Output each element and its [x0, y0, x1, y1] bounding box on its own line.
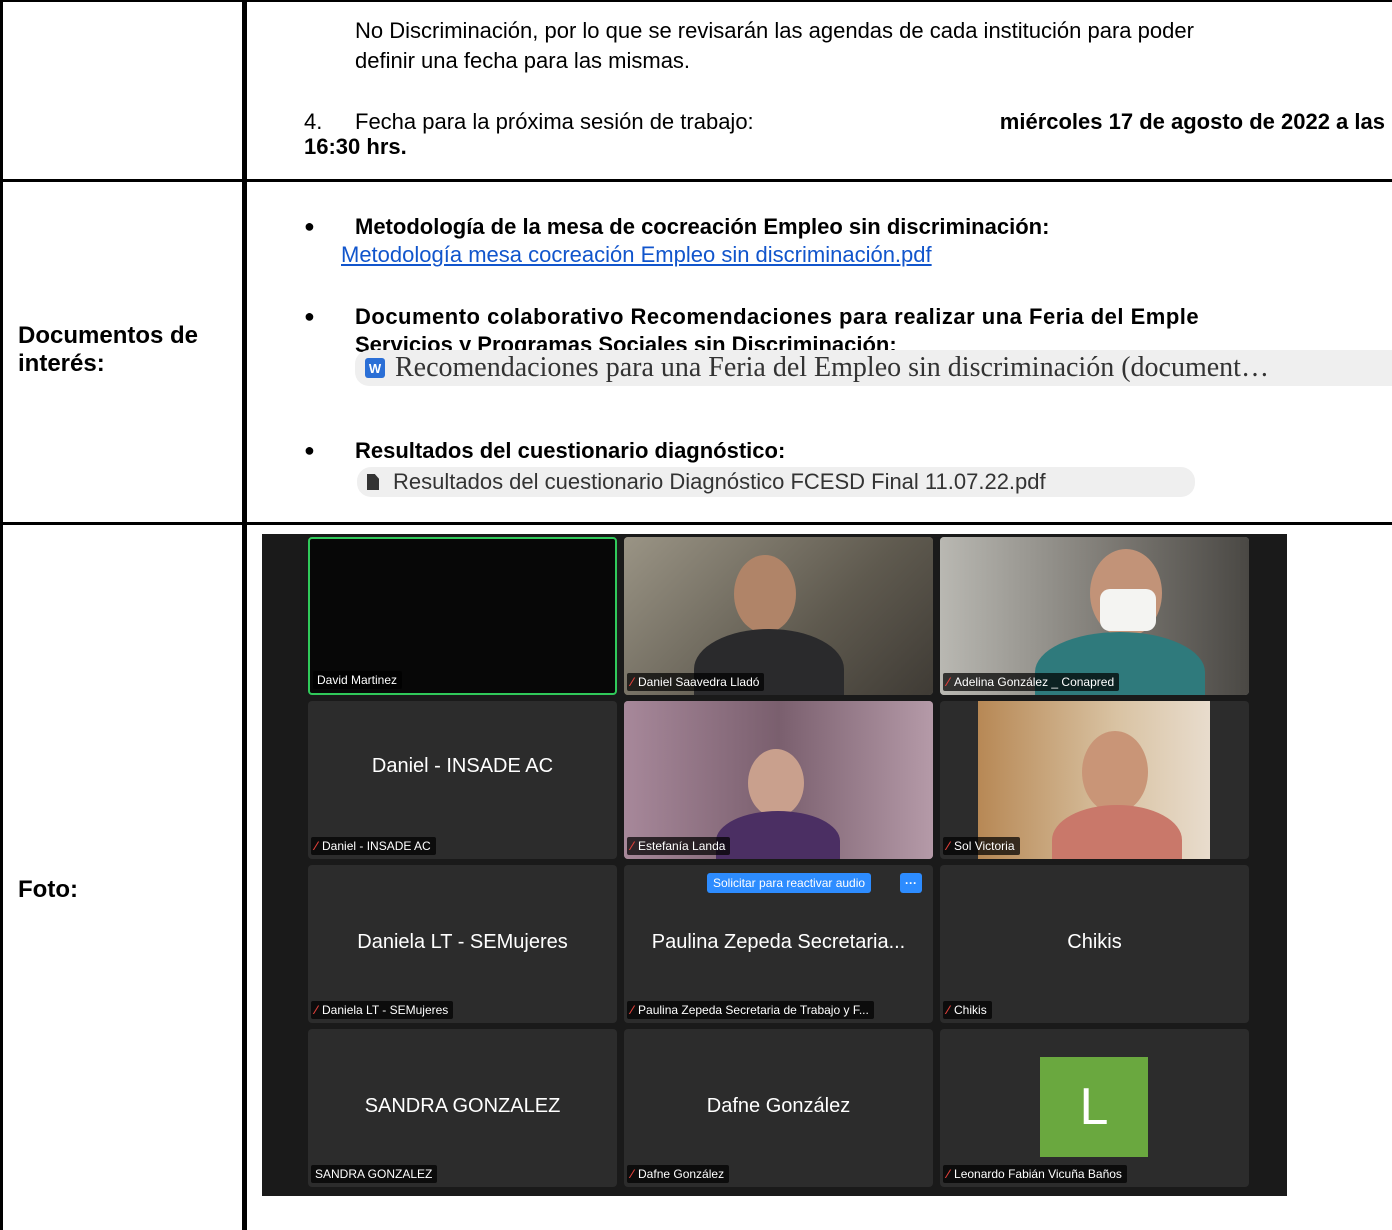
avatar: L — [1040, 1057, 1148, 1157]
participant-tile: L ⁄ Leonardo Fabián Vicuña Baños — [940, 1029, 1249, 1187]
person-head — [1082, 731, 1148, 813]
file-icon — [367, 474, 379, 490]
pdf-file-chip-label: Resultados del cuestionario Diagnóstico … — [393, 469, 1046, 494]
participant-label: ⁄ Sol Victoria — [943, 837, 1020, 855]
person-head — [748, 749, 804, 817]
muted-mic-icon: ⁄ — [947, 1003, 950, 1017]
next-session-time: 16:30 hrs. — [304, 134, 407, 159]
muted-mic-icon: ⁄ — [631, 1003, 634, 1017]
next-session-date: miércoles 17 de agosto de 2022 a las — [999, 109, 1385, 134]
bullet-3: ● — [304, 440, 315, 460]
muted-mic-icon: ⁄ — [315, 1003, 318, 1017]
participant-tile: ⁄ Estefanía Landa — [624, 701, 933, 859]
video-call-screenshot: David Martinez ⁄ Daniel Saavedra Lladó ⁄ A… — [262, 534, 1287, 1196]
participant-tile: Daniela LT - SEMujeres ⁄ Daniela LT - SEM… — [308, 865, 617, 1023]
next-session-label: Fecha para la próxima sesión de trabajo: — [355, 109, 754, 134]
participant-label: ⁄ Estefanía Landa — [627, 837, 731, 855]
participant-name: Chikis — [1067, 931, 1122, 953]
muted-mic-icon: ⁄ — [947, 839, 950, 853]
paragraph-line-2: definir una fecha para las mismas. — [355, 48, 691, 73]
participant-name: SANDRA GONZALEZ — [364, 1095, 561, 1117]
participant-tile: ⁄ Daniel Saavedra Lladó — [624, 537, 933, 695]
muted-mic-icon: ⁄ — [947, 1167, 950, 1181]
paragraph-line-1: No Discriminación, por lo que se revisar… — [355, 18, 1194, 43]
next-session-item: Fecha para la próxima sesión de trabajo:… — [355, 107, 1385, 136]
word-doc-chip[interactable]: W Recomendaciones para una Feria del Emp… — [355, 350, 1392, 386]
participant-tile: David Martinez — [308, 537, 617, 695]
row-divider-2 — [0, 522, 1392, 525]
participant-tile: Chikis ⁄ Chikis — [940, 865, 1249, 1023]
participant-label: David Martinez — [313, 671, 403, 689]
row-divider-1 — [0, 179, 1392, 182]
documents-label-line-2: interés: — [18, 350, 105, 377]
participant-name: Dafne González — [706, 1095, 851, 1117]
column-divider — [242, 0, 247, 1230]
participant-label: ⁄ Paulina Zepeda Secretaria de Trabajo y … — [627, 1001, 874, 1019]
request-unmute-button[interactable]: Solicitar para reactivar audio — [707, 873, 872, 893]
participant-label: SANDRA GONZALEZ — [311, 1165, 438, 1183]
face-mask — [1100, 589, 1156, 631]
word-doc-icon: W — [365, 358, 385, 378]
participant-label: ⁄ Adelina González _ Conapred — [943, 673, 1120, 691]
participant-label: ⁄ Leonardo Fabián Vicuña Baños — [943, 1165, 1127, 1183]
participant-tile: ⁄ Adelina González _ Conapred — [940, 537, 1249, 695]
muted-mic-icon: ⁄ — [631, 839, 634, 853]
participant-label: ⁄ Daniel Saavedra Lladó — [627, 673, 765, 691]
participant-name: Paulina Zepeda Secretaria... — [651, 931, 906, 953]
muted-mic-icon: ⁄ — [947, 675, 950, 689]
collab-doc-title-line-1: Documento colaborativo Recomendaciones p… — [355, 304, 1200, 329]
muted-mic-icon: ⁄ — [631, 1167, 634, 1181]
participant-label: ⁄ Daniela LT - SEMujeres — [311, 1001, 454, 1019]
muted-mic-icon: ⁄ — [315, 839, 318, 853]
participant-tile: ⁄ Sol Victoria — [940, 701, 1249, 859]
participant-label: ⁄ Daniel - INSADE AC — [311, 837, 436, 855]
documents-label-line-1: Documentos de — [18, 322, 199, 349]
more-options-button[interactable]: ··· — [900, 873, 922, 893]
participant-label: ⁄ Chikis — [943, 1001, 992, 1019]
participant-tile: Solicitar para reactivar audio ··· Pauli… — [624, 865, 933, 1023]
bullet-1: ● — [304, 216, 315, 236]
participant-name: Daniela LT - SEMujeres — [357, 931, 568, 953]
bullet-2: ● — [304, 306, 315, 326]
participant-label: ⁄ Dafne González — [627, 1165, 730, 1183]
word-doc-chip-label: Recomendaciones para una Feria del Emple… — [395, 352, 1269, 383]
table-border-left — [0, 0, 3, 1230]
results-title: Resultados del cuestionario diagnóstico: — [355, 438, 786, 463]
methodology-title: Metodología de la mesa de cocreación Emp… — [355, 214, 1050, 239]
photo-label: Foto: — [18, 876, 78, 903]
methodology-link[interactable]: Metodología mesa cocreación Empleo sin d… — [341, 242, 932, 268]
participant-name: Daniel - INSADE AC — [371, 755, 554, 777]
participant-tile: Daniel - INSADE AC ⁄ Daniel - INSADE AC — [308, 701, 617, 859]
muted-mic-icon: ⁄ — [631, 675, 634, 689]
participant-tile: Dafne González ⁄ Dafne González — [624, 1029, 933, 1187]
pdf-file-chip[interactable]: Resultados del cuestionario Diagnóstico … — [357, 467, 1195, 497]
table-border-top — [0, 0, 1392, 2]
participant-tile: SANDRA GONZALEZ SANDRA GONZALEZ — [308, 1029, 617, 1187]
person-head — [734, 555, 796, 633]
